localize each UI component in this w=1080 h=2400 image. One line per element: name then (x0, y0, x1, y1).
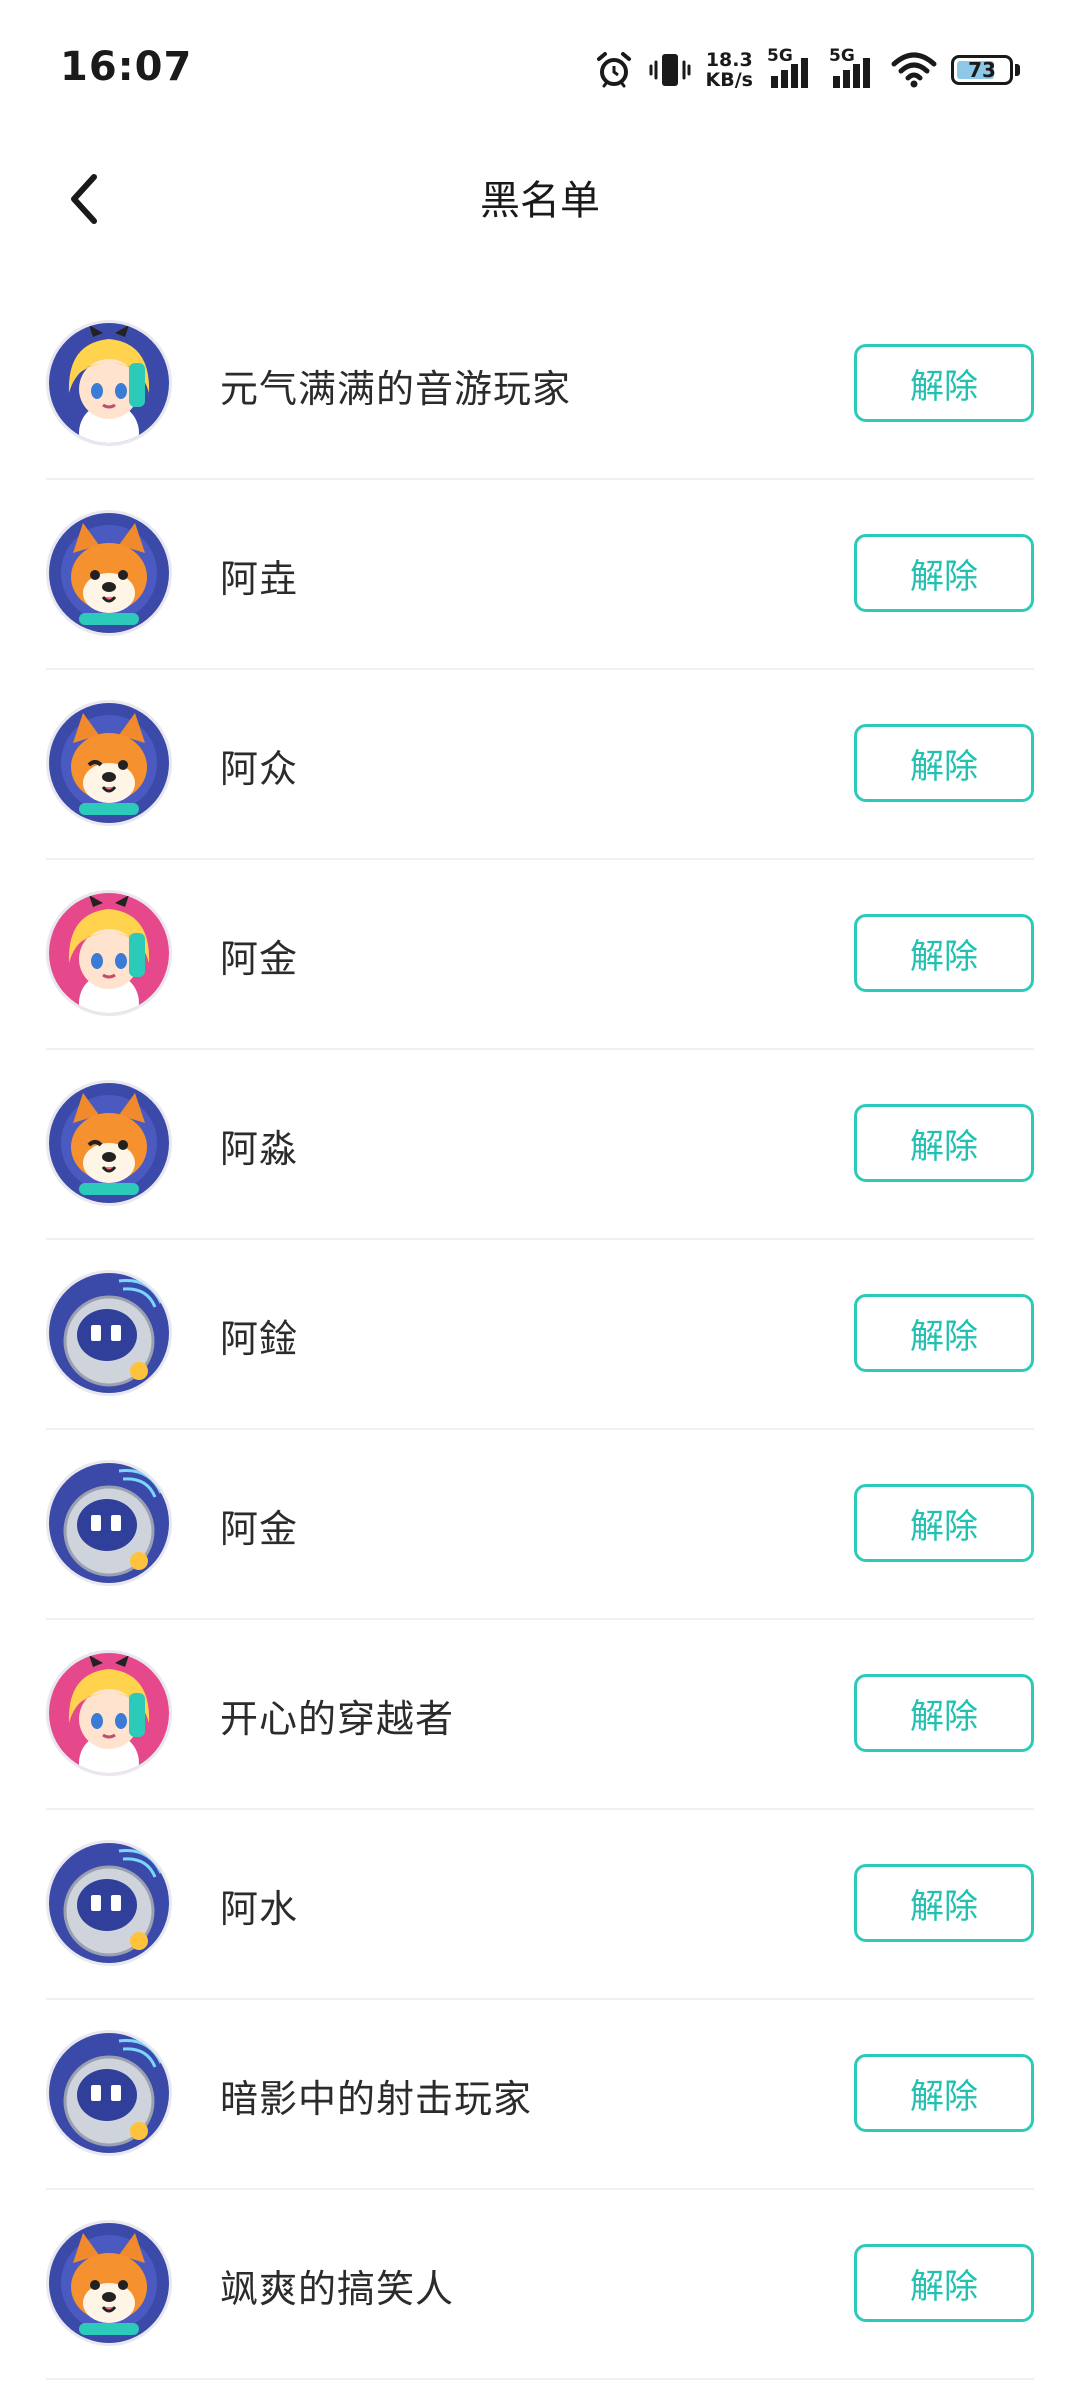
status-time: 16:07 (60, 44, 193, 90)
unblock-button[interactable]: 解除 (854, 344, 1034, 422)
avatar[interactable] (46, 320, 172, 446)
user-name: 阿淼 (220, 1126, 299, 1171)
avatar[interactable] (46, 1650, 172, 1776)
network-speed-unit: KB/s (705, 69, 753, 91)
unblock-button[interactable]: 解除 (854, 1484, 1034, 1562)
battery-level: 73 (968, 58, 996, 82)
avatar[interactable] (46, 890, 172, 1016)
unblock-button[interactable]: 解除 (854, 534, 1034, 612)
network-speed: 18.3 KB/s (706, 50, 753, 90)
unblock-button[interactable]: 解除 (854, 1674, 1034, 1752)
avatar[interactable] (46, 2220, 172, 2346)
list-item: 暗影中的射击玩家 解除 (46, 2000, 1034, 2190)
avatar[interactable] (46, 1270, 172, 1396)
list-item: 阿垚 解除 (46, 480, 1034, 670)
signal-1-label: 5G (767, 46, 793, 66)
avatar[interactable] (46, 1080, 172, 1206)
avatar[interactable] (46, 700, 172, 826)
unblock-button[interactable]: 解除 (854, 724, 1034, 802)
user-name: 暗影中的射击玩家 (220, 2076, 533, 2121)
avatar[interactable] (46, 1460, 172, 1586)
wifi-icon (891, 50, 937, 90)
user-name: 开心的穿越者 (220, 1696, 455, 1741)
battery-icon: 73 (951, 55, 1020, 85)
user-name: 阿水 (220, 1886, 299, 1931)
list-item: 阿淼 解除 (46, 1050, 1034, 1240)
unblock-button[interactable]: 解除 (854, 2244, 1034, 2322)
list-item: 开心的穿越者 解除 (46, 1620, 1034, 1810)
signal-2-label: 5G (829, 46, 855, 66)
user-name: 阿金 (220, 936, 299, 981)
unblock-button[interactable]: 解除 (854, 2054, 1034, 2132)
list-item: 阿水 解除 (46, 1810, 1034, 2000)
list-item: 飒爽的搞笑人 解除 (46, 2190, 1034, 2380)
alarm-clock-icon (594, 50, 634, 90)
cell-signal-1: 5G (767, 46, 815, 90)
network-speed-value: 18.3 (705, 49, 753, 71)
unblock-button[interactable]: 解除 (854, 1294, 1034, 1372)
cell-signal-2: 5G (829, 46, 877, 90)
unblock-button[interactable]: 解除 (854, 1864, 1034, 1942)
list-item: 阿金 解除 (46, 1430, 1034, 1620)
avatar[interactable] (46, 1840, 172, 1966)
user-name: 元气满满的音游玩家 (220, 366, 572, 411)
avatar[interactable] (46, 510, 172, 636)
user-name: 阿垚 (220, 556, 299, 601)
vibrate-icon (648, 50, 692, 90)
user-name: 阿众 (220, 746, 299, 791)
unblock-button[interactable]: 解除 (854, 1104, 1034, 1182)
list-item: 阿鍂 解除 (46, 1240, 1034, 1430)
unblock-button[interactable]: 解除 (854, 914, 1034, 992)
list-item: 元气满满的音游玩家 解除 (46, 290, 1034, 480)
status-bar: 16:07 18.3 KB/s 5G 5G 73 (0, 0, 1080, 140)
user-name: 阿金 (220, 1506, 299, 1551)
user-name: 阿鍂 (220, 1316, 299, 1361)
user-name: 飒爽的搞笑人 (220, 2266, 455, 2311)
status-icons: 18.3 KB/s 5G 5G 73 (594, 46, 1020, 94)
list-item: 阿金 解除 (46, 860, 1034, 1050)
blocked-user-list: 元气满满的音游玩家 解除 阿垚 解除 阿众 解除 阿金 解除 阿淼 解除 阿鍂 解除 阿金 解除 开心的穿越… (0, 290, 1080, 2380)
list-item: 阿众 解除 (46, 670, 1034, 860)
avatar[interactable] (46, 2030, 172, 2156)
header-bar: 黑名单 (0, 140, 1080, 260)
page-title: 黑名单 (480, 178, 600, 224)
